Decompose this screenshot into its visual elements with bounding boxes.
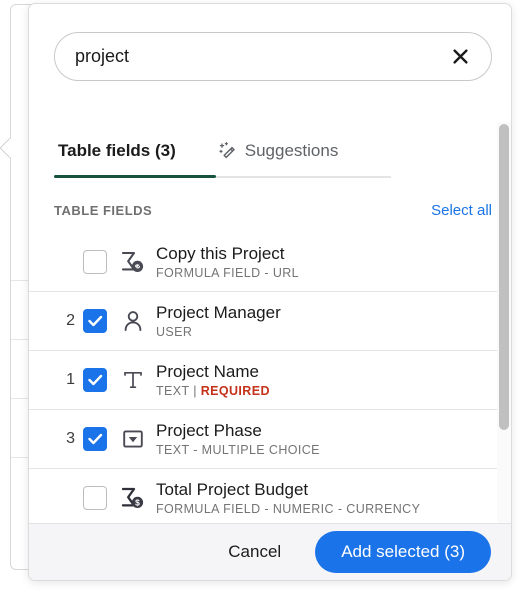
field-list[interactable]: Copy this Project FORMULA FIELD - URL 2 — [29, 233, 511, 525]
row-checkbox[interactable] — [83, 309, 107, 333]
row-order: 1 — [66, 371, 75, 388]
tab-table-fields[interactable]: Table fields (3) — [54, 129, 180, 173]
required-badge: REQUIRED — [200, 383, 270, 398]
row-order: 2 — [66, 312, 75, 329]
tab-table-fields-label: Table fields (3) — [58, 141, 176, 160]
row-title: Project Name — [156, 361, 259, 381]
section-header: TABLE FIELDS Select all — [54, 197, 492, 223]
row-text: Project Manager USER — [156, 302, 281, 341]
close-icon[interactable] — [447, 44, 473, 70]
row-title: Copy this Project — [156, 243, 285, 263]
scrollbar-thumb[interactable] — [499, 124, 509, 430]
row-order: 3 — [66, 430, 75, 447]
active-tab-indicator — [54, 175, 216, 178]
cancel-button[interactable]: Cancel — [216, 534, 293, 570]
dialog-footer: Cancel Add selected (3) — [29, 523, 511, 580]
formula-currency-icon: $ — [118, 484, 148, 512]
row-text: Copy this Project FORMULA FIELD - URL — [156, 243, 299, 282]
svg-text:$: $ — [135, 497, 140, 507]
row-title: Project Manager — [156, 302, 281, 322]
pointer-mask — [11, 132, 19, 164]
row-checkbox[interactable] — [83, 486, 107, 510]
row-text: Project Name TEXT | REQUIRED — [156, 361, 270, 400]
row-subtitle: TEXT - MULTIPLE CHOICE — [156, 442, 320, 457]
row-subtitle: USER — [156, 324, 193, 339]
list-item[interactable]: $ Total Project Budget FORMULA FIELD - N… — [29, 469, 511, 525]
text-icon — [118, 366, 148, 394]
magic-wand-icon — [218, 141, 238, 161]
row-subtitle: FORMULA FIELD - NUMERIC - CURRENCY — [156, 501, 421, 516]
list-item[interactable]: Copy this Project FORMULA FIELD - URL — [29, 233, 511, 292]
list-item[interactable]: 2 Project Manager USER — [29, 292, 511, 351]
tab-suggestions[interactable]: Suggestions — [214, 129, 343, 173]
search-bar — [54, 32, 492, 81]
select-all-link[interactable]: Select all — [431, 202, 492, 219]
list-item[interactable]: 3 Project Phase TEXT - MULTIPLE CHOICE — [29, 410, 511, 469]
row-checkbox[interactable] — [83, 427, 107, 451]
row-checkbox[interactable] — [83, 250, 107, 274]
row-checkbox[interactable] — [83, 368, 107, 392]
row-text: Project Phase TEXT - MULTIPLE CHOICE — [156, 420, 320, 459]
tab-bar: Table fields (3) Suggestions — [54, 129, 394, 177]
formula-url-icon — [118, 248, 148, 276]
row-title: Total Project Budget — [156, 479, 309, 499]
tab-suggestions-label: Suggestions — [244, 141, 339, 160]
list-item[interactable]: 1 Project Name TEXT | REQUIRED — [29, 351, 511, 410]
row-subtitle: FORMULA FIELD - URL — [156, 265, 300, 280]
screen: Table fields (3) Suggestions TABLE — [0, 0, 526, 598]
search-box[interactable] — [54, 32, 492, 81]
row-title: Project Phase — [156, 420, 262, 440]
user-icon — [118, 307, 148, 335]
search-input[interactable] — [75, 46, 447, 67]
add-selected-button[interactable]: Add selected (3) — [315, 531, 491, 573]
row-subtitle: TEXT | REQUIRED — [156, 383, 270, 400]
tab-bar-rule — [216, 176, 391, 178]
section-title: TABLE FIELDS — [54, 202, 153, 218]
field-picker-popover: Table fields (3) Suggestions TABLE — [28, 3, 512, 581]
row-text: Total Project Budget FORMULA FIELD - NUM… — [156, 479, 420, 518]
row-subtitle-text: TEXT | — [156, 383, 201, 398]
scrollbar-track[interactable] — [497, 122, 511, 526]
dropdown-icon — [118, 425, 148, 453]
